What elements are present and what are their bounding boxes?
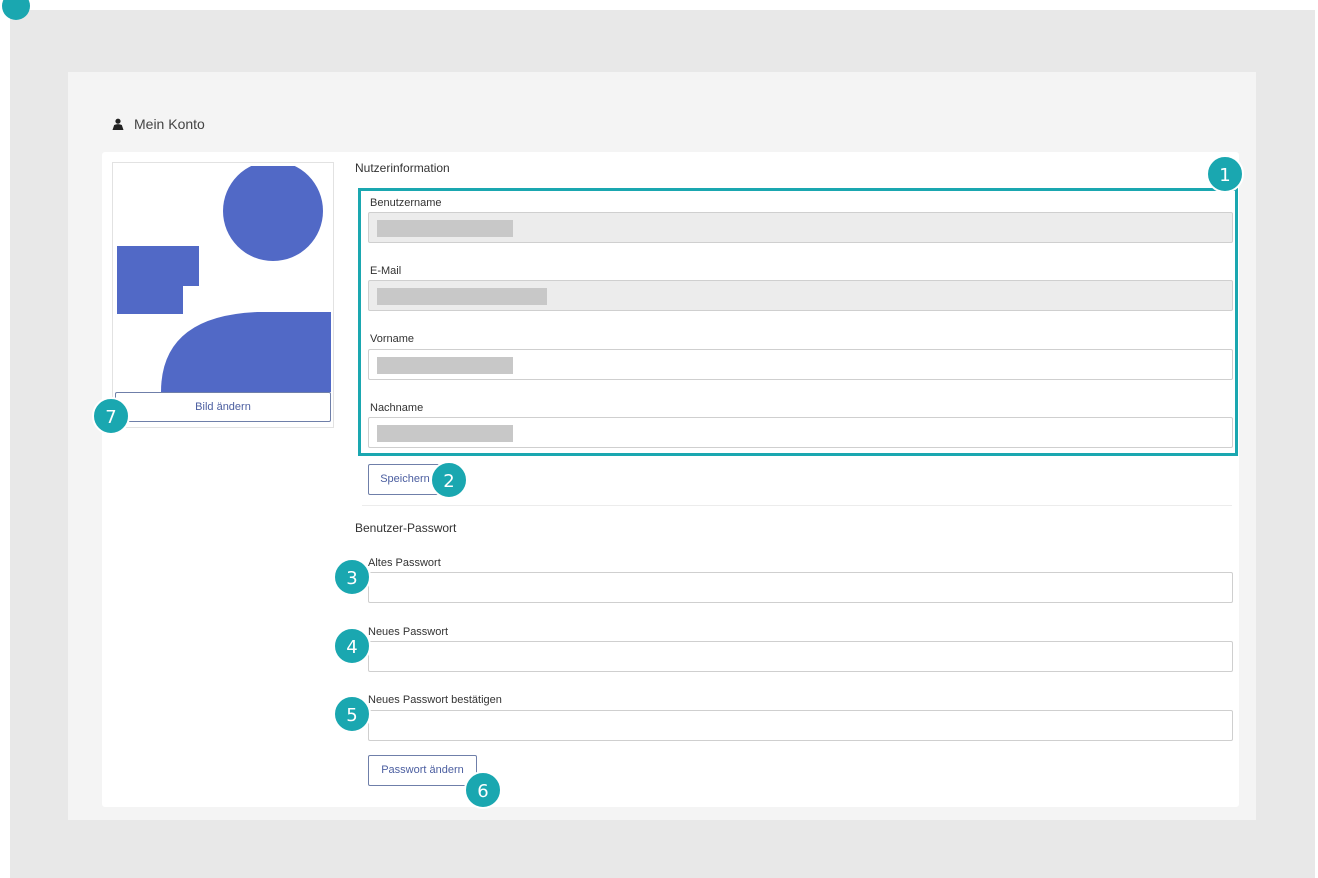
redacted-value [377,357,513,374]
redacted-value [377,425,513,442]
first-name-label: Vorname [370,333,415,345]
first-name-field[interactable] [368,349,1233,380]
screenshot-frame: Mein Konto Bild ändern Nutzerinformation [2,0,1315,878]
old-password-label: Altes Passwort [368,557,441,569]
redacted-value [377,288,547,305]
page-title: Mein Konto [134,116,205,132]
section-divider [362,505,1232,506]
callout-badge-5: 5 [333,695,371,733]
new-password-label: Neues Passwort [368,626,449,638]
user-icon [112,118,124,130]
callout-badge-1: 1 [1206,155,1244,193]
corner-marker [2,0,30,20]
last-name-field[interactable] [368,417,1233,448]
email-field[interactable] [368,280,1233,311]
change-password-button[interactable]: Passwort ändern [368,755,477,786]
avatar-placeholder-icon [117,166,331,392]
confirm-password-field[interactable] [368,710,1233,741]
user-info-title: Nutzerinformation [355,161,450,175]
callout-badge-2: 2 [430,461,468,499]
change-picture-button[interactable]: Bild ändern [115,392,331,422]
account-card: Bild ändern Nutzerinformation Benutzerna… [102,152,1239,807]
account-panel: Mein Konto Bild ändern Nutzerinformation [68,72,1256,820]
avatar [117,166,331,392]
old-password-field[interactable] [368,572,1233,603]
avatar-panel: Bild ändern [112,162,334,428]
callout-badge-7: 7 [92,397,130,435]
callout-badge-6: 6 [464,771,502,809]
username-label: Benutzername [370,197,442,209]
callout-badge-3: 3 [333,558,371,596]
last-name-label: Nachname [370,402,424,414]
confirm-password-label: Neues Passwort bestätigen [368,694,502,706]
email-label: E-Mail [370,265,402,277]
new-password-field[interactable] [368,641,1233,672]
page-header: Mein Konto [112,116,205,132]
callout-badge-4: 4 [333,627,371,665]
redacted-value [377,220,513,237]
password-section-title: Benutzer-Passwort [355,521,457,535]
username-field[interactable] [368,212,1233,243]
